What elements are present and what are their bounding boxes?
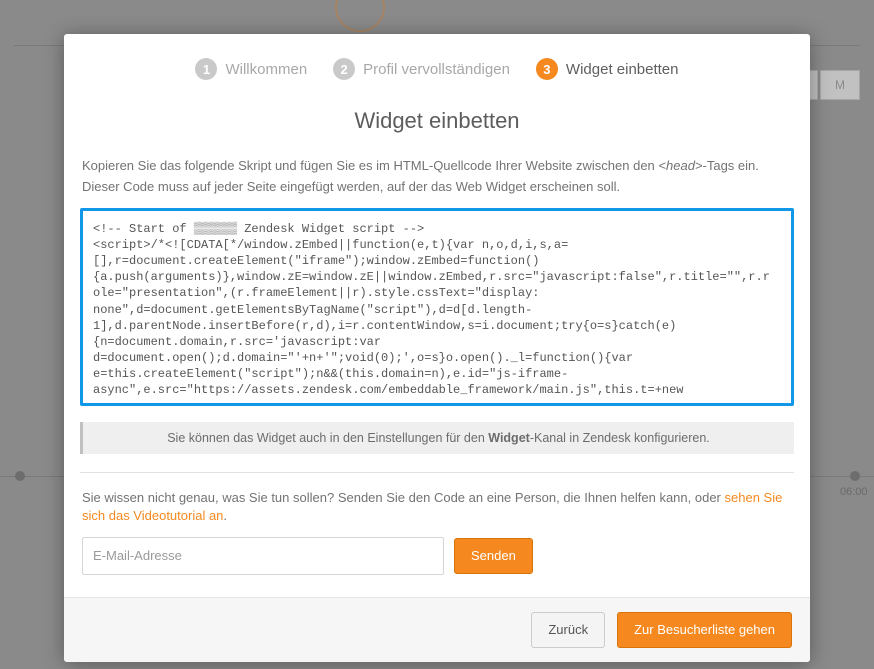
step-3: 3 Widget einbetten	[536, 58, 679, 80]
help-text: Sie wissen nicht genau, was Sie tun soll…	[64, 489, 810, 525]
email-row: Senden	[64, 525, 810, 597]
info-bar: Sie können das Widget auch in den Einste…	[80, 422, 794, 454]
instructions-text: Kopieren Sie das folgende Skript und füg…	[64, 156, 810, 198]
background-timeline-dot	[850, 471, 860, 481]
back-button[interactable]: Zurück	[531, 612, 605, 648]
step-2: 2 Profil vervollständigen	[333, 58, 510, 80]
step-number-badge: 3	[536, 58, 558, 80]
modal-title: Widget einbetten	[64, 108, 810, 134]
background-timeline-dot	[15, 471, 25, 481]
step-1: 1 Willkommen	[195, 58, 307, 80]
code-snippet-container: <!-- Start of ▒▒▒▒▒▒ Zendesk Widget scri…	[80, 208, 794, 406]
step-label: Willkommen	[225, 61, 307, 78]
background-timeline-line	[0, 476, 64, 477]
step-label: Profil vervollständigen	[363, 61, 510, 78]
modal-footer: Zurück Zur Besucherliste gehen	[64, 597, 810, 662]
page-backdrop: entlich M 06:00 1 Willkommen 2 Profil ve…	[0, 0, 874, 669]
step-indicator: 1 Willkommen 2 Profil vervollständigen 3…	[64, 58, 810, 80]
background-time-label: 06:00	[840, 486, 868, 498]
email-field[interactable]	[82, 537, 444, 575]
onboarding-modal: 1 Willkommen 2 Profil vervollständigen 3…	[64, 34, 810, 662]
divider	[80, 472, 794, 473]
send-button[interactable]: Senden	[454, 538, 533, 574]
background-timeline-line	[810, 476, 874, 477]
step-number-badge: 2	[333, 58, 355, 80]
background-decoration-circle	[335, 0, 385, 32]
step-label: Widget einbetten	[566, 61, 679, 78]
go-to-visitor-list-button[interactable]: Zur Besucherliste gehen	[617, 612, 792, 648]
step-number-badge: 1	[195, 58, 217, 80]
code-snippet-textarea[interactable]: <!-- Start of ▒▒▒▒▒▒ Zendesk Widget scri…	[83, 211, 791, 403]
background-tab-2: M	[820, 70, 860, 100]
